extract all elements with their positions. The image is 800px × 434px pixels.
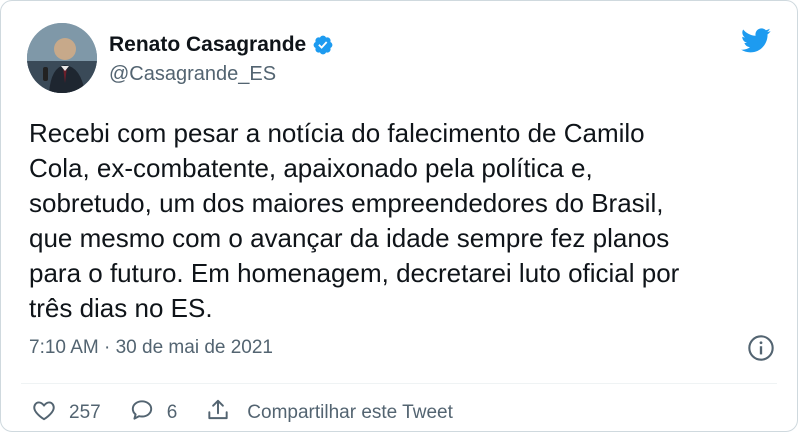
tweet-card: Renato Casagrande @Casagrande_ES Recebi … (0, 0, 798, 432)
info-icon[interactable] (747, 334, 775, 362)
share-button[interactable]: Compartilhar este Tweet (205, 397, 453, 429)
twitter-bird-icon[interactable] (739, 25, 773, 55)
like-button[interactable]: 257 (31, 397, 101, 429)
author-name[interactable]: Renato Casagrande (109, 33, 306, 57)
action-bar: 257 6 Compartilhar este Tweet (31, 397, 481, 429)
author-row: Renato Casagrande (109, 33, 334, 57)
tweet-timestamp[interactable]: 7:10 AM · 30 de mai de 2021 (29, 337, 273, 359)
comment-icon (129, 397, 155, 429)
like-count: 257 (69, 402, 101, 423)
verified-badge-icon (312, 34, 334, 56)
reply-count: 6 (166, 402, 178, 423)
share-label: Compartilhar este Tweet (247, 402, 453, 423)
author-handle[interactable]: @Casagrande_ES (109, 63, 276, 86)
share-icon (205, 397, 231, 429)
divider (21, 383, 777, 384)
reply-button[interactable]: 6 (129, 397, 178, 429)
heart-icon (31, 397, 57, 429)
tweet-text: Recebi com pesar a notícia do faleciment… (29, 118, 680, 323)
avatar[interactable] (27, 23, 97, 93)
